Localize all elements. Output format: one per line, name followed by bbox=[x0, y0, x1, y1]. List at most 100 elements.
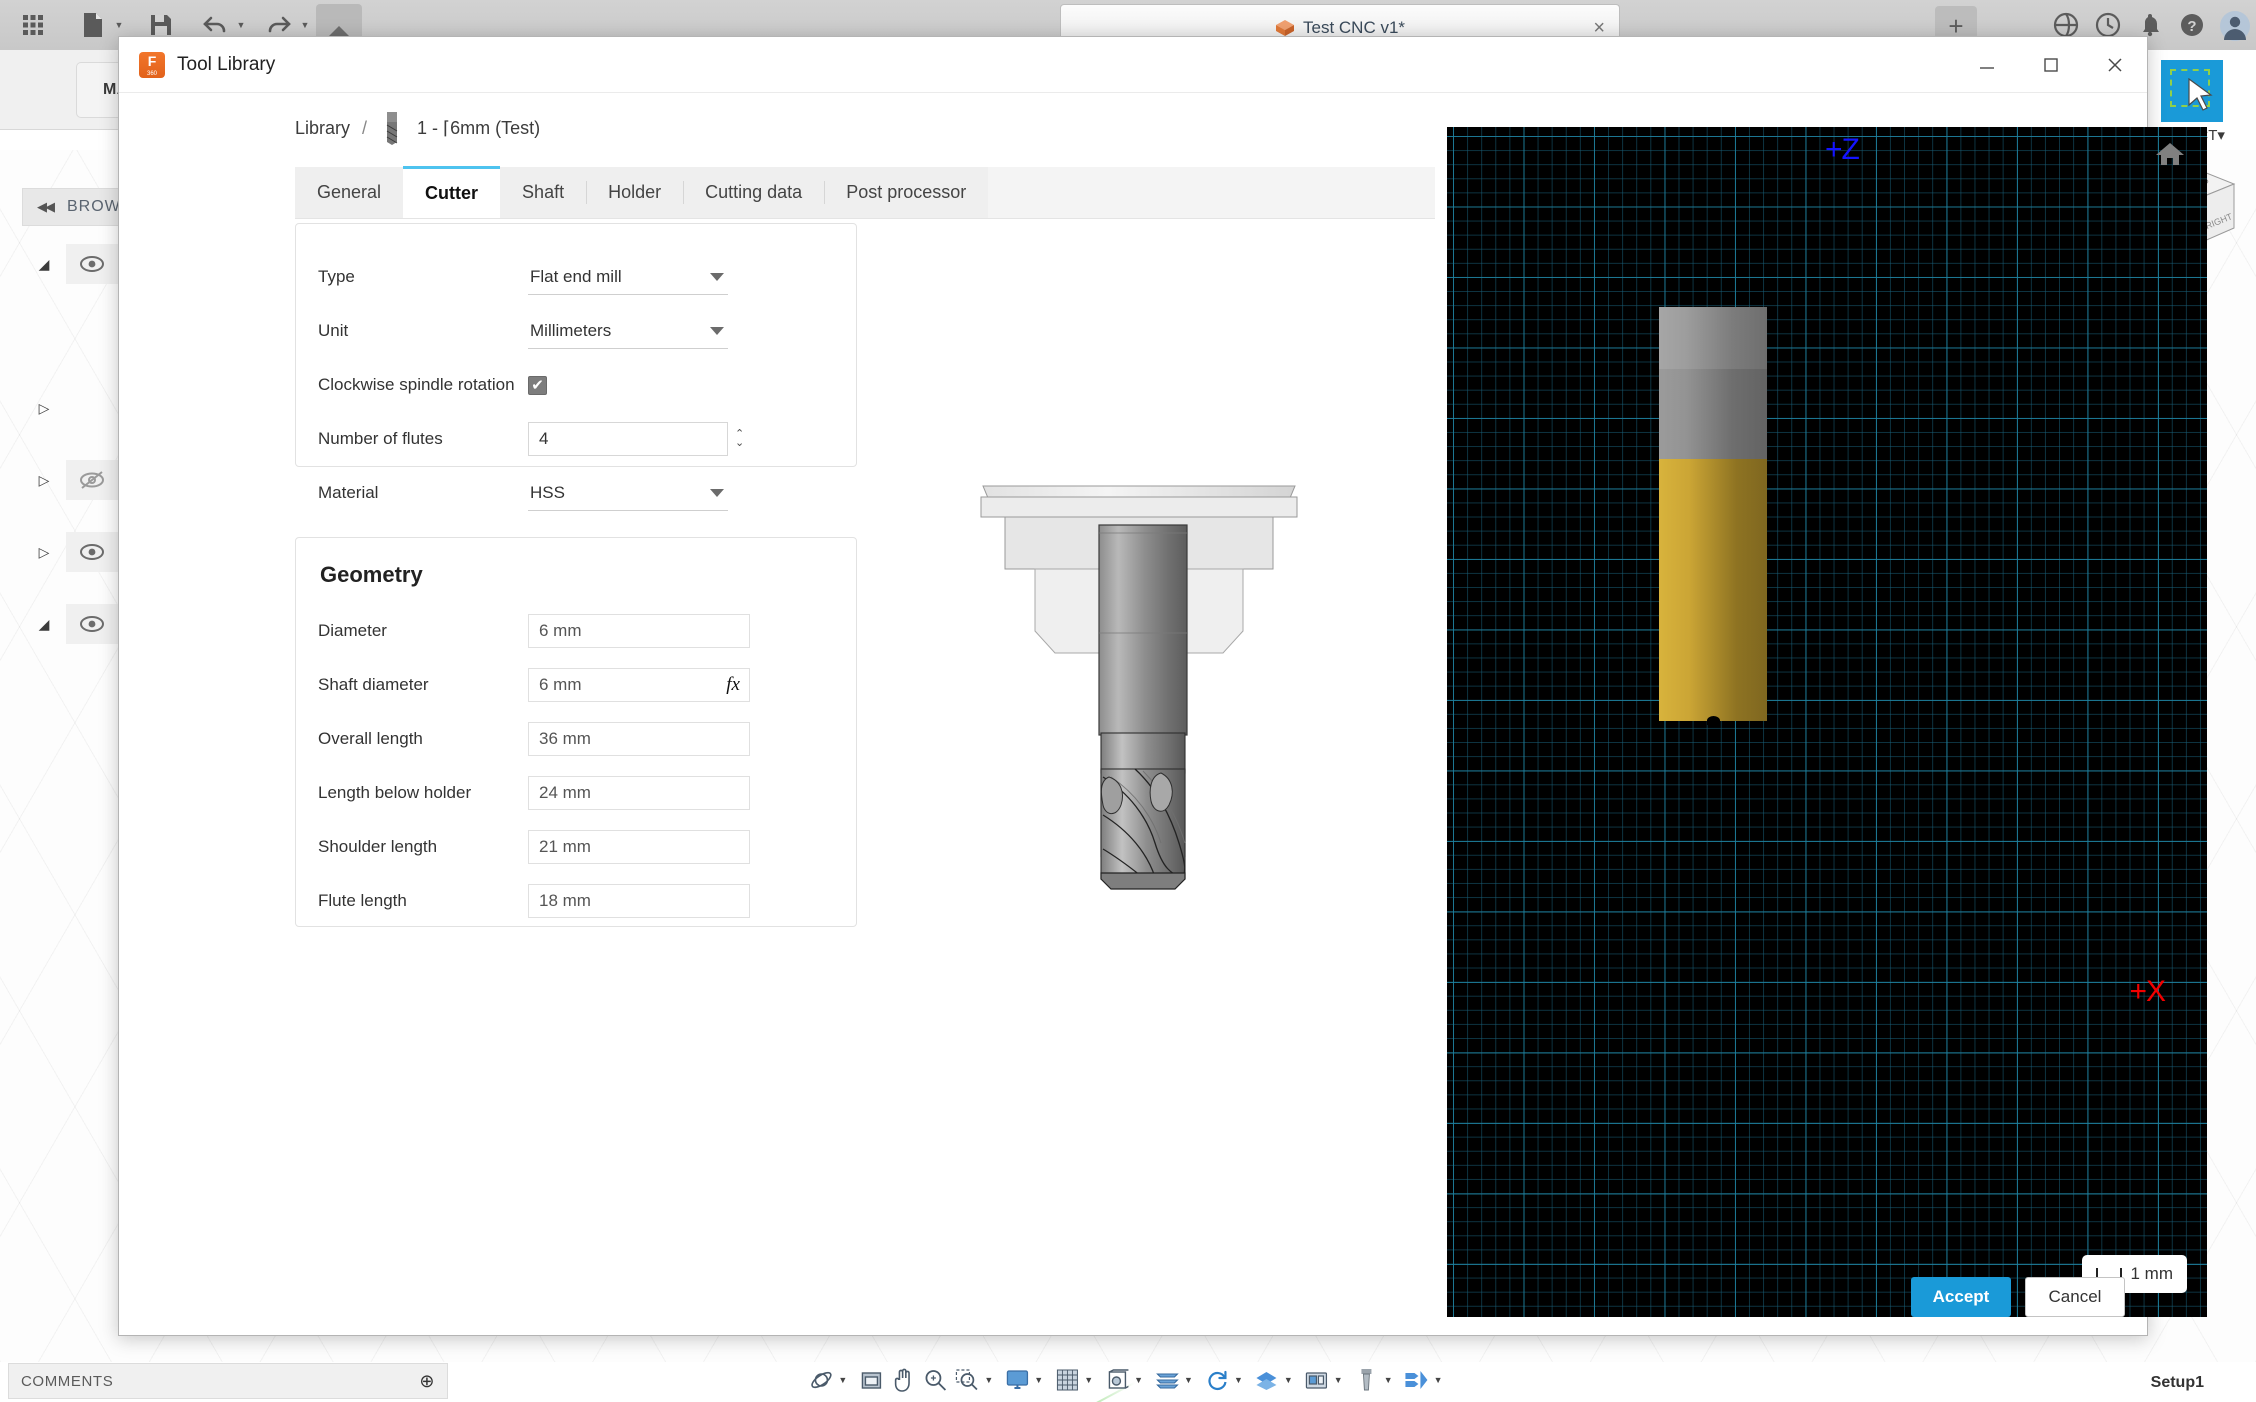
unit-dropdown[interactable]: Millimeters bbox=[528, 313, 728, 349]
expand-arrow-icon[interactable]: ▷ bbox=[22, 544, 66, 561]
field-label-overall-length: Overall length bbox=[318, 729, 423, 748]
visibility-hidden-icon[interactable] bbox=[66, 460, 118, 500]
field-number-of-flutes: Number of flutes 4 ⌃ ⌄ bbox=[318, 412, 826, 466]
field-label-material: Material bbox=[318, 483, 379, 502]
effects-caret-icon[interactable]: ▼ bbox=[1434, 1375, 1443, 1385]
globe-icon[interactable] bbox=[2052, 11, 2080, 39]
tool-library-dialog: F Tool Library Library / 1 - ⌈6mm (Test) bbox=[118, 36, 2207, 1336]
geometry-title: Geometry bbox=[320, 562, 423, 587]
pan-icon[interactable] bbox=[888, 1364, 918, 1396]
tab-general[interactable]: General bbox=[295, 167, 404, 218]
svg-text:?: ? bbox=[2187, 18, 2196, 35]
comments-panel[interactable]: COMMENTS ⊕ bbox=[8, 1363, 448, 1399]
length-below-holder-input[interactable]: 24 mm bbox=[528, 776, 750, 810]
visibility-eye-icon[interactable] bbox=[66, 244, 118, 284]
add-comment-icon[interactable]: ⊕ bbox=[419, 1371, 435, 1392]
field-shaft-diameter: Shaft diameter 6 mm fx bbox=[318, 658, 826, 712]
orbit-caret-icon[interactable]: ▼ bbox=[838, 1375, 847, 1385]
display-settings-icon[interactable] bbox=[1002, 1364, 1032, 1396]
close-icon[interactable] bbox=[2083, 37, 2147, 93]
machine-caret-icon[interactable]: ▼ bbox=[1334, 1375, 1343, 1385]
close-icon[interactable]: × bbox=[1593, 18, 1605, 38]
number-of-flutes-stepper[interactable]: ⌃ ⌄ bbox=[735, 429, 744, 449]
breadcrumb-current: 1 - ⌈6mm (Test) bbox=[417, 117, 541, 138]
expand-arrow-icon[interactable]: ▷ bbox=[22, 400, 66, 417]
chevron-down-icon bbox=[710, 488, 724, 497]
tab-cutter[interactable]: Cutter bbox=[403, 166, 501, 218]
effects-icon[interactable] bbox=[1402, 1364, 1432, 1396]
help-icon[interactable]: ? bbox=[2178, 11, 2206, 39]
clockwise-spindle-checkbox[interactable]: ✔ bbox=[528, 375, 547, 395]
recent-icon[interactable] bbox=[2094, 11, 2122, 39]
axis-x-label: +X bbox=[2129, 975, 2166, 1008]
orbit-icon[interactable] bbox=[806, 1364, 836, 1396]
select-icon[interactable] bbox=[2161, 60, 2223, 122]
zoom-window-icon[interactable] bbox=[952, 1364, 982, 1396]
expand-arrow-icon[interactable]: ▷ bbox=[22, 472, 66, 489]
zoom-icon[interactable] bbox=[920, 1364, 950, 1396]
formula-fx-icon[interactable]: fx bbox=[726, 674, 740, 696]
breadcrumb-separator: / bbox=[362, 117, 368, 138]
cancel-button[interactable]: Cancel bbox=[2025, 1277, 2125, 1317]
zoom-window-caret-icon[interactable]: ▼ bbox=[984, 1375, 993, 1385]
section-caret-icon[interactable]: ▼ bbox=[1184, 1375, 1193, 1385]
dialog-title-bar[interactable]: F Tool Library bbox=[119, 37, 2147, 93]
refresh-caret-icon[interactable]: ▼ bbox=[1234, 1375, 1243, 1385]
setup-label: Setup1 bbox=[2150, 1374, 2204, 1391]
field-material: Material HSS bbox=[318, 466, 826, 520]
tab-shaft[interactable]: Shaft bbox=[500, 167, 587, 218]
new-file-icon[interactable] bbox=[74, 6, 112, 44]
look-at-icon[interactable] bbox=[856, 1364, 886, 1396]
number-of-flutes-input[interactable]: 4 bbox=[528, 422, 728, 456]
refresh-icon[interactable] bbox=[1202, 1364, 1232, 1396]
notifications-bell-icon[interactable] bbox=[2136, 11, 2164, 39]
layers-icon[interactable] bbox=[1252, 1364, 1282, 1396]
expand-arrow-icon[interactable]: ◢ bbox=[22, 256, 66, 273]
field-label-length-below-holder: Length below holder bbox=[318, 783, 472, 802]
shaft-diameter-input[interactable]: 6 mm fx bbox=[528, 668, 750, 702]
field-diameter: Diameter 6 mm bbox=[318, 604, 826, 658]
field-label-type: Type bbox=[318, 267, 355, 286]
flute-length-input[interactable]: 18 mm bbox=[528, 884, 750, 918]
grid-snap-icon[interactable] bbox=[1052, 1364, 1082, 1396]
grid-caret-icon[interactable]: ▼ bbox=[1084, 1375, 1093, 1385]
viewports-caret-icon[interactable]: ▼ bbox=[1134, 1375, 1143, 1385]
home-icon[interactable] bbox=[2155, 141, 2185, 172]
visibility-eye-icon[interactable] bbox=[66, 532, 118, 572]
bottom-bar: COMMENTS ⊕ ▼ ▼ ▼ ▼ ▼ ▼ ▼ ▼ ▼ ▼ ▼ Setup1 bbox=[0, 1360, 2256, 1402]
viewports-icon[interactable] bbox=[1102, 1364, 1132, 1396]
tab-holder[interactable]: Holder bbox=[586, 167, 684, 218]
maximize-icon[interactable] bbox=[2019, 37, 2083, 93]
visibility-eye-icon[interactable] bbox=[66, 604, 118, 644]
machine-icon[interactable] bbox=[1302, 1364, 1332, 1396]
tool-icon[interactable] bbox=[1352, 1364, 1382, 1396]
shoulder-length-input[interactable]: 21 mm bbox=[528, 830, 750, 864]
accept-button[interactable]: Accept bbox=[1911, 1277, 2011, 1317]
expand-arrow-icon[interactable]: ◢ bbox=[22, 616, 66, 633]
minimize-icon[interactable] bbox=[1955, 37, 2019, 93]
layers-caret-icon[interactable]: ▼ bbox=[1284, 1375, 1293, 1385]
type-dropdown[interactable]: Flat end mill bbox=[528, 259, 728, 295]
section-icon[interactable] bbox=[1152, 1364, 1182, 1396]
tool-shank-lower bbox=[1659, 369, 1767, 459]
field-label-unit: Unit bbox=[318, 321, 349, 340]
tab-cutting-data[interactable]: Cutting data bbox=[683, 167, 825, 218]
breadcrumb-library-link[interactable]: Library bbox=[295, 118, 350, 139]
user-avatar[interactable] bbox=[2220, 11, 2250, 41]
display-caret-icon[interactable]: ▼ bbox=[1034, 1375, 1043, 1385]
tab-post-processor[interactable]: Post processor bbox=[824, 167, 989, 218]
document-cube-icon bbox=[1275, 19, 1295, 37]
tool-caret-icon[interactable]: ▼ bbox=[1384, 1375, 1393, 1385]
material-dropdown[interactable]: HSS bbox=[528, 475, 728, 511]
overall-length-input[interactable]: 36 mm bbox=[528, 722, 750, 756]
stepper-down-icon[interactable]: ⌄ bbox=[735, 438, 744, 449]
fusion360-icon: F bbox=[139, 51, 165, 78]
apps-grid-icon[interactable] bbox=[14, 6, 52, 44]
tool-3d-viewport[interactable]: +Z +X 1 mm bbox=[1447, 127, 2207, 1317]
field-flute-length: Flute length 18 mm bbox=[318, 874, 826, 928]
axis-z-label: +Z bbox=[1825, 133, 1860, 166]
diameter-input[interactable]: 6 mm bbox=[528, 614, 750, 648]
tool-thumbnail-icon bbox=[379, 111, 405, 145]
collapse-icon[interactable]: ◀◀ bbox=[37, 199, 55, 215]
